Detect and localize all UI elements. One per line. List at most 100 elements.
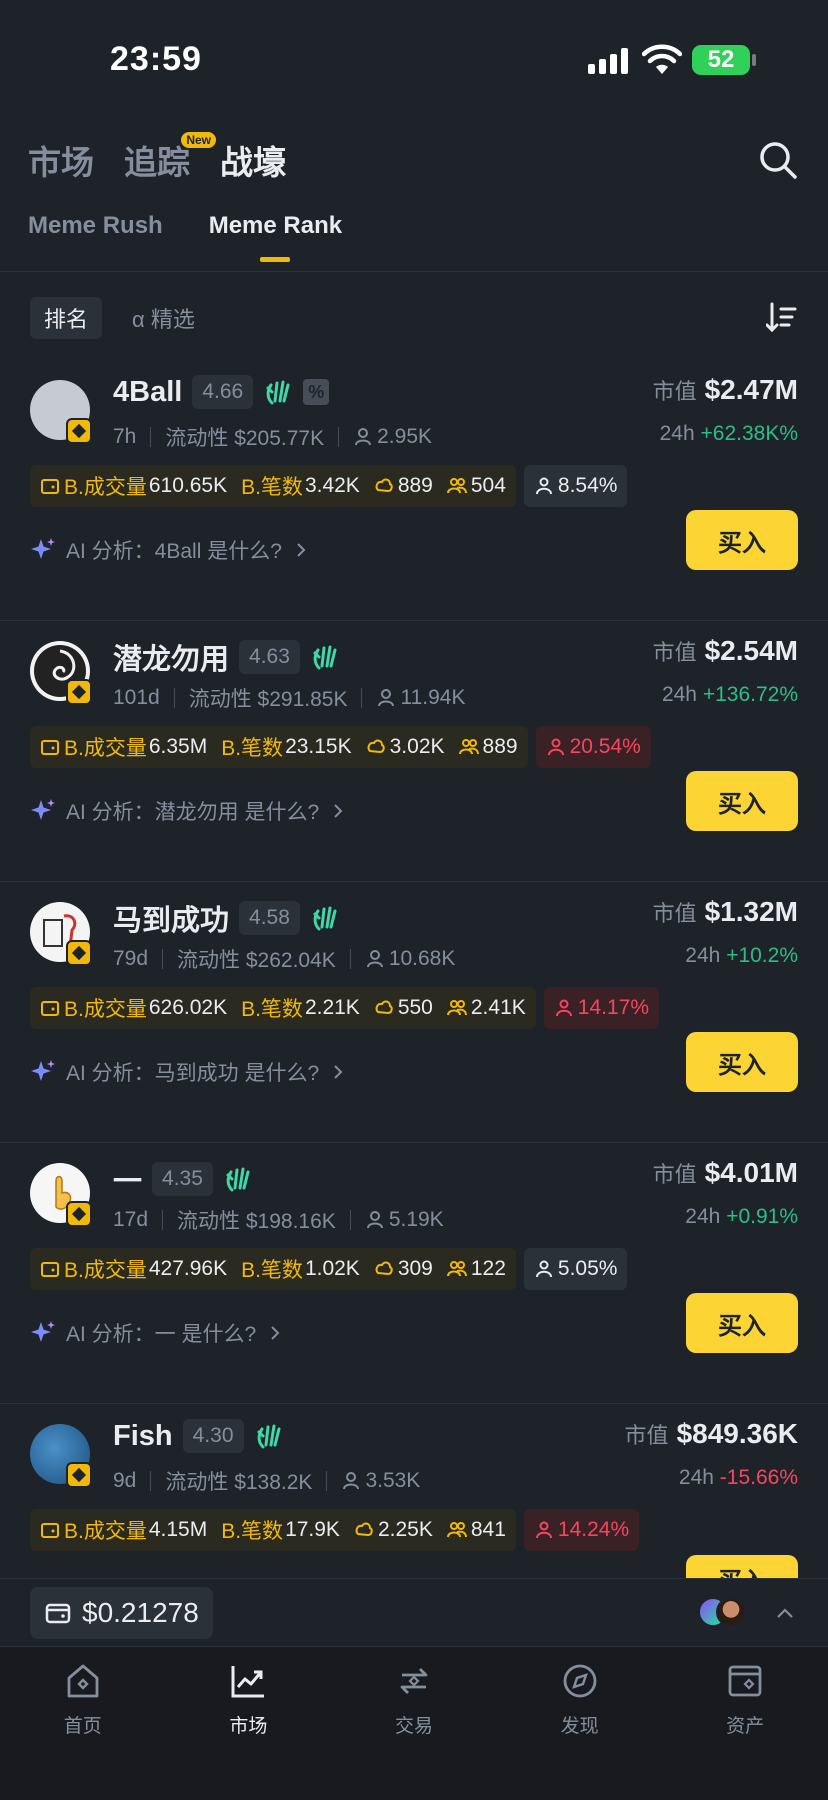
token-score: 4.58 — [239, 901, 300, 935]
chevron-up-icon[interactable] — [776, 1605, 794, 1623]
token-liquidity: 流动性 $262.04K — [177, 949, 336, 972]
token-holders: 10.68K — [388, 947, 456, 970]
wallet-balance-chip[interactable]: $0.21278 — [30, 1587, 213, 1639]
kol-users-icon — [446, 1000, 467, 1016]
tab-tracking[interactable]: 追踪 New — [124, 132, 216, 184]
token-age: 17d — [113, 1208, 149, 1231]
top10-holding: 14.17% — [543, 987, 659, 1029]
status-bar: 23:59 52 — [0, 0, 828, 120]
token-row[interactable]: 4Ball 4.66 % 7h 流动性 $205.77K 2.95K 市值 $2… — [0, 360, 828, 621]
token-row[interactable]: 一 4.35 17d 流动性 $198.16K 5.19K 市值 $4.01M … — [0, 1143, 828, 1404]
buy-button[interactable]: 买入 — [686, 510, 798, 570]
token-name: 4Ball — [113, 375, 183, 408]
holders-icon — [366, 950, 383, 968]
token-list: 4Ball 4.66 % 7h 流动性 $205.77K 2.95K 市值 $2… — [0, 360, 828, 1665]
top-holder-icon — [555, 999, 572, 1017]
bnb-chain-icon — [66, 418, 92, 444]
sub-tabs: Meme Rush Meme Rank — [28, 212, 342, 262]
wave-hand-icon — [313, 906, 337, 931]
ai-sparkle-icon — [31, 1060, 55, 1081]
bnb-chain-icon — [66, 679, 92, 705]
status-time: 23:59 — [110, 40, 202, 78]
top10-holding: 8.54% — [523, 465, 628, 507]
filter-row: 排名 α 精选 — [30, 297, 798, 339]
token-name: 潜龙勿用 — [113, 644, 230, 676]
change-label: 24h — [685, 1205, 721, 1228]
smart-money-icon — [375, 478, 393, 493]
search-icon[interactable] — [756, 138, 800, 182]
filter-alpha-picks[interactable]: α 精选 — [118, 297, 209, 339]
home-icon — [67, 1664, 99, 1698]
mcap-label: 市值 — [624, 1423, 669, 1448]
holders-icon — [366, 1211, 383, 1229]
battery-level: 52 — [707, 46, 735, 73]
mcap-value: $2.54M — [704, 635, 798, 666]
percent-icon: % — [303, 379, 330, 405]
mcap-value: $2.47M — [704, 374, 798, 405]
token-holders: 3.53K — [365, 1469, 421, 1492]
change-value: -15.66% — [719, 1466, 798, 1489]
cellular-signal-icon — [588, 48, 628, 74]
token-liquidity: 流动性 $291.85K — [188, 688, 348, 711]
token-age: 7h — [113, 425, 137, 448]
top10-holding: 20.54% — [535, 726, 651, 768]
battery-indicator: 52 — [692, 45, 750, 75]
top-holder-icon — [547, 738, 564, 756]
ai-analysis-link[interactable]: AI 分析：马到成功 是什么? — [30, 1057, 345, 1087]
token-row[interactable]: 潜龙勿用 4.63 101d 流动性 $291.85K 11.94K 市值 $2… — [0, 621, 828, 882]
change-label: 24h — [685, 944, 721, 967]
filter-ranking[interactable]: 排名 — [30, 297, 103, 339]
change-label: 24h — [659, 422, 695, 445]
ai-sparkle-icon — [31, 799, 55, 820]
bottom-nav: 首页 市场 交易 发现 资产 — [0, 1646, 828, 1800]
chevron-right-icon — [297, 543, 306, 557]
holders-icon — [343, 1472, 360, 1490]
wave-hand-icon — [226, 1167, 250, 1192]
top10-holding: 14.24% — [523, 1509, 640, 1551]
ai-analysis-link[interactable]: AI 分析：一 是什么? — [30, 1318, 282, 1348]
tab-meme-rank[interactable]: Meme Rank — [209, 212, 342, 262]
token-name: Fish — [113, 1419, 173, 1452]
token-liquidity: 流动性 $198.16K — [177, 1210, 336, 1233]
top-holder-icon — [535, 1521, 552, 1539]
battery-tip — [752, 54, 756, 66]
token-row[interactable]: 马到成功 4.58 79d 流动性 $262.04K 10.68K 市值 $1.… — [0, 882, 828, 1143]
ai-analysis-link[interactable]: AI 分析：4Ball 是什么? — [30, 535, 308, 565]
buy-button[interactable]: 买入 — [686, 771, 798, 831]
token-holders: 2.95K — [377, 425, 433, 448]
nav-home[interactable]: 首页 — [0, 1647, 166, 1800]
holders-icon — [355, 428, 372, 446]
new-badge: New — [181, 132, 216, 148]
wifi-icon — [642, 44, 682, 74]
user-avatar-icon — [716, 1597, 746, 1627]
token-holders: 5.19K — [388, 1208, 444, 1231]
nav-market[interactable]: 市场 — [166, 1647, 332, 1800]
kol-users-icon — [446, 1522, 467, 1538]
holders-icon — [378, 689, 395, 707]
nav-trade[interactable]: 交易 — [331, 1647, 497, 1800]
smart-money-icon — [375, 1261, 393, 1276]
buy-button[interactable]: 买入 — [686, 1032, 798, 1092]
change-value: +0.91% — [726, 1205, 798, 1228]
token-liquidity: 流动性 $205.77K — [165, 427, 325, 450]
tab-market[interactable]: 市场 — [28, 136, 94, 184]
buy-button[interactable]: 买入 — [686, 1293, 798, 1353]
tab-trenches[interactable]: 战壕 — [220, 136, 286, 184]
tab-meme-rush[interactable]: Meme Rush — [28, 212, 163, 240]
nav-assets[interactable]: 资产 — [662, 1647, 828, 1800]
token-score: 4.35 — [152, 1162, 213, 1196]
trade-stats: B.成交量 626.02K B.笔数 2.21K 550 2.41K — [30, 987, 536, 1029]
nav-discover[interactable]: 发现 — [497, 1647, 663, 1800]
trade-stats: B.成交量 427.96K B.笔数 1.02K 309 122 — [30, 1248, 516, 1290]
chain-coins[interactable] — [698, 1597, 758, 1629]
kol-users-icon — [446, 1261, 467, 1277]
wallet-bar: $0.21278 — [0, 1578, 828, 1646]
sort-icon[interactable] — [766, 301, 798, 333]
smart-money-icon — [375, 1000, 393, 1015]
ai-analysis-link[interactable]: AI 分析：潜龙勿用 是什么? — [30, 796, 345, 826]
wave-hand-icon — [313, 645, 337, 670]
discover-icon — [563, 1664, 596, 1698]
wallet-icon — [728, 1665, 762, 1697]
trade-stats: B.成交量 610.65K B.笔数 3.42K 889 504 — [30, 465, 516, 507]
token-age: 9d — [113, 1469, 137, 1492]
